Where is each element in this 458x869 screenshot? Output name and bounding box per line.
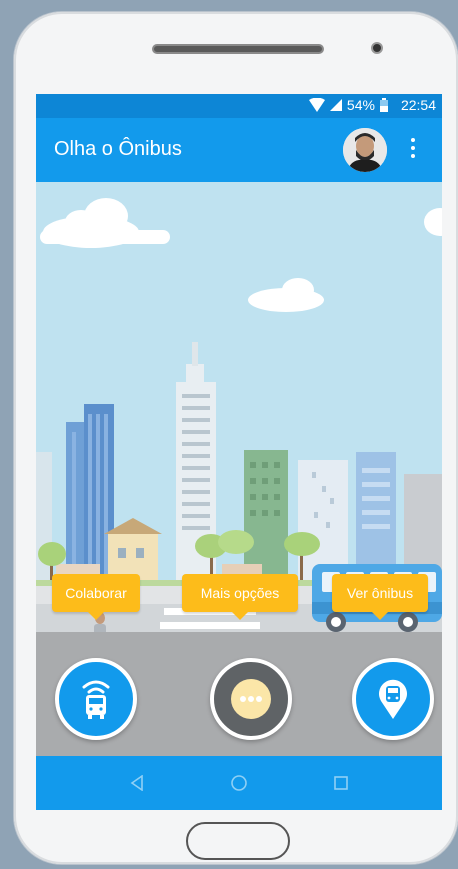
speaker-grille bbox=[152, 44, 324, 54]
ver-onibus-tooltip: Ver ônibus bbox=[332, 574, 428, 620]
avatar[interactable] bbox=[343, 128, 387, 172]
phone-frame: 54% 22:54 Olha o Ônibus Colaborar Mais o… bbox=[14, 12, 458, 864]
app-bar: Olha o Ônibus bbox=[36, 118, 442, 182]
mais-opcoes-button[interactable] bbox=[210, 658, 292, 740]
bus-location-icon bbox=[379, 679, 407, 719]
wifi-icon bbox=[308, 98, 325, 112]
recents-icon[interactable] bbox=[329, 771, 353, 795]
home-icon[interactable] bbox=[227, 771, 251, 795]
status-bar: 54% 22:54 bbox=[36, 94, 442, 118]
system-nav-bar bbox=[36, 756, 442, 810]
screen: 54% 22:54 Olha o Ônibus Colaborar Mais o… bbox=[36, 94, 442, 810]
signal-icon bbox=[329, 99, 342, 111]
hardware-home-button[interactable] bbox=[186, 822, 290, 860]
app-title: Olha o Ônibus bbox=[54, 138, 182, 160]
profile-photo-icon bbox=[343, 128, 387, 172]
back-icon[interactable] bbox=[125, 771, 149, 795]
colaborar-tooltip: Colaborar bbox=[52, 574, 140, 620]
overflow-menu-icon[interactable] bbox=[410, 138, 416, 162]
bus-signal-icon bbox=[82, 680, 110, 719]
battery-icon bbox=[379, 98, 388, 112]
colaborar-button[interactable] bbox=[55, 658, 137, 740]
mais-opcoes-tooltip: Mais opções bbox=[182, 574, 298, 620]
clock: 22:54 bbox=[400, 97, 436, 113]
front-camera bbox=[371, 42, 383, 54]
battery-percent: 54% bbox=[346, 97, 375, 113]
ver-onibus-button[interactable] bbox=[352, 658, 434, 740]
more-options-icon bbox=[231, 679, 271, 719]
